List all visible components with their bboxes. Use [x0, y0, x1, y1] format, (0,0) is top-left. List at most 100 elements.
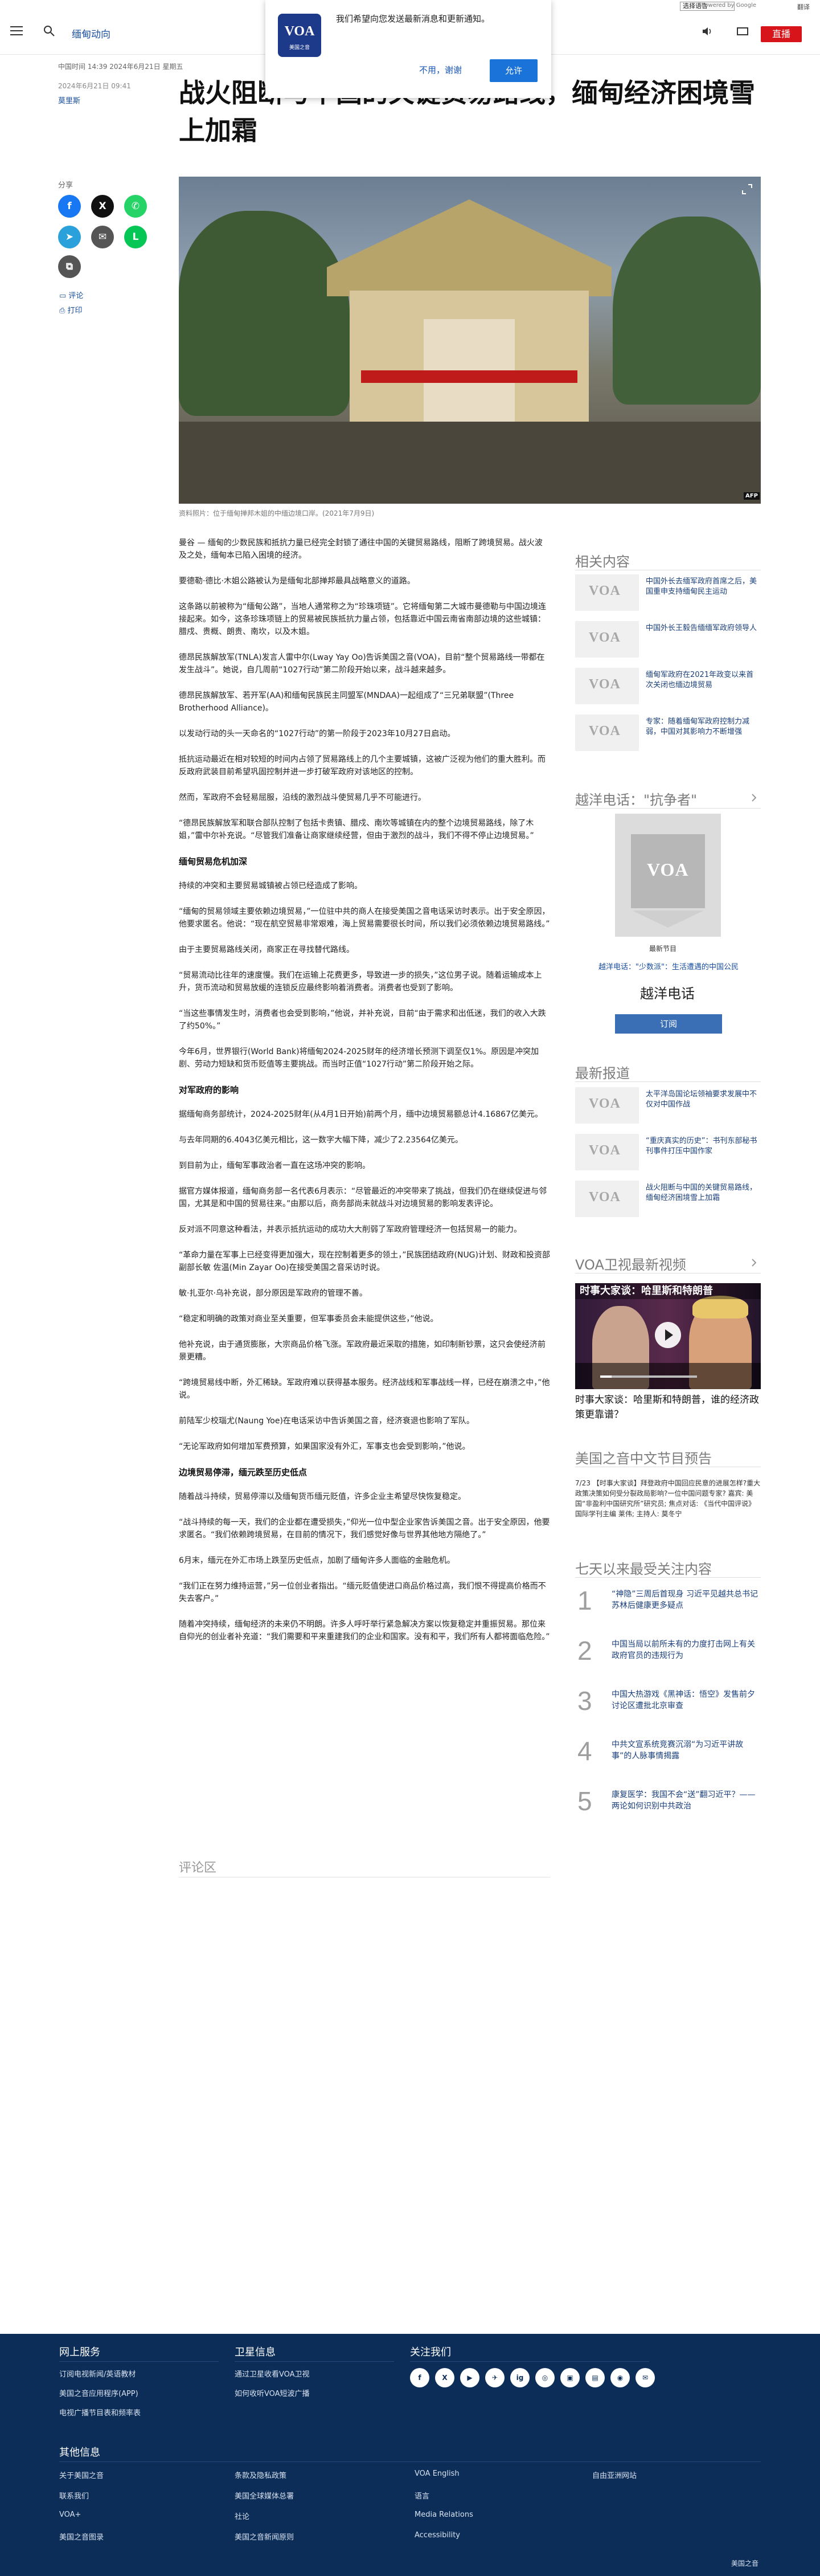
expand-icon[interactable] [741, 183, 753, 195]
popular-item[interactable]: 康复医学：我国不会“送”翻习近平？——两论如何识别中共政治 [612, 1789, 760, 1812]
footer-link[interactable]: 关于美国之音 [59, 2469, 104, 2480]
body-paragraph: 6月末，缅元在外汇市场上跌至历史低点，加剧了缅甸许多人面临的金融危机。 [179, 1556, 455, 1565]
video-progress-bar[interactable] [600, 1375, 697, 1378]
podcast-heading[interactable]: 越洋电话："抗争者" [575, 789, 697, 809]
translate-label[interactable]: 翻译 [797, 2, 810, 11]
popular-item[interactable]: “神隐”三周后首现身 习近平见越共总书记苏林后健康更多疑点 [612, 1589, 760, 1611]
video-player[interactable]: 时事大家谈：哈里斯和特朗普 [575, 1283, 761, 1389]
facebook-icon[interactable]: f [410, 2368, 429, 2387]
body-paragraph: 抵抗运动最近在相对较短的时间内占领了贸易路线上的几个主要城镇，这被广泛视为他们的… [179, 755, 546, 777]
section-heading: 对军政府的影响 [179, 1085, 239, 1095]
podcast-cover[interactable]: VOA [615, 814, 721, 937]
footer-online-heading: 网上服务 [59, 2346, 100, 2358]
latest-episode-link[interactable]: 越洋电话："少数派"：生活遭遇的中国公民 [593, 961, 744, 971]
app-icon[interactable]: ▤ [585, 2368, 605, 2387]
youtube-icon[interactable]: ▶ [460, 2368, 479, 2387]
latest-thumb[interactable]: VOA [575, 1087, 639, 1124]
footer-link[interactable]: 如何收听VOA短波广播 [235, 2387, 310, 2398]
line-share-icon[interactable]: L [124, 226, 147, 248]
footer-link[interactable]: 通过卫星收看VOA卫视 [235, 2368, 310, 2379]
soundcloud-icon[interactable]: ◉ [610, 2368, 630, 2387]
body-paragraph: 以发动行动的头一天命名的“1027行动”的第一阶段于2023年10月27日启动。 [179, 729, 456, 738]
footer-link[interactable]: Media Relations [415, 2510, 473, 2519]
allow-button[interactable]: 允许 [490, 59, 538, 82]
preview-text[interactable]: 7/23 【时事大家谈】拜登政府中国回应民意的进展怎样?重大政策决策如何受分裂政… [575, 1478, 761, 1519]
video-caption[interactable]: 时事大家谈：哈里斯和特朗普，谁的经济政策更靠谱？ [575, 1393, 761, 1422]
related-thumb[interactable]: VOA [575, 668, 639, 704]
divider [59, 2361, 219, 2362]
latest-thumb[interactable]: VOA [575, 1181, 639, 1217]
footer-link[interactable]: 美国之音图录 [59, 2531, 104, 2542]
publish-date: 2024年6月21日 09:41 [58, 82, 131, 90]
body-paragraph: “无论军政府如何增加军费预算，如果国家没有外汇，军事支也会受到影响，”他说。 [179, 1442, 470, 1451]
related-item[interactable]: 中国外长王毅告缅缅军政府领导人 [646, 623, 760, 634]
footer-other-heading: 其他信息 [59, 2447, 100, 2459]
rank-number: 2 [577, 1636, 592, 1665]
footer-link[interactable]: VOA+ [59, 2510, 81, 2519]
play-icon[interactable] [655, 1322, 681, 1348]
menu-icon[interactable] [10, 26, 23, 36]
popular-item[interactable]: 中国大热游戏《黑神话：悟空》发售前夕讨论区遭批北京审查 [612, 1689, 760, 1712]
live-button[interactable]: 直播 [761, 26, 802, 42]
footer-link[interactable]: 美国之音应用程序(APP) [59, 2387, 138, 2398]
latest-item[interactable]: 太平洋岛国论坛领袖要求发展中不仅对中国作战 [646, 1089, 760, 1110]
footer-link[interactable]: 自由亚洲网站 [592, 2469, 637, 2480]
related-item[interactable]: 中国外长去缅军政府首席之后，美国重申支持缅甸民主运动 [646, 577, 760, 597]
telegram-share-icon[interactable]: ➤ [58, 226, 81, 248]
latest-item[interactable]: “重庆真实的历史”：书刊东部秘书刊事件打压中国作家 [646, 1136, 760, 1157]
body-paragraph: 德昂民族解放军(TNLA)发言人雷中尔(Lway Yay Oo)告诉美国之音(V… [179, 653, 545, 675]
footer-link[interactable]: VOA English [415, 2469, 460, 2478]
footer-link[interactable]: 联系我们 [59, 2490, 89, 2501]
x-icon[interactable]: X [435, 2368, 454, 2387]
body-paragraph: “战斗持续的每一天，我们的企业都在遭受损失，”仰光一位中型企业家告诉美国之音。出… [179, 1518, 550, 1540]
related-thumb[interactable]: VOA [575, 715, 639, 751]
related-thumb[interactable]: VOA [575, 621, 639, 658]
subscribe-button[interactable]: 订阅 [615, 1014, 722, 1034]
chevron-right-icon [752, 794, 757, 802]
instagram-icon[interactable]: ig [510, 2368, 530, 2387]
speaker-icon[interactable] [702, 26, 713, 36]
popular-heading: 七天以来最受关注内容 [575, 1561, 712, 1577]
tv-icon[interactable] [737, 26, 748, 36]
related-thumb[interactable]: VOA [575, 574, 639, 611]
section-link[interactable]: 缅甸动向 [72, 26, 110, 40]
body-paragraph: 他补充说，由于通货膨胀，大宗商品价格飞涨。军政府最近采取的措施，如印制新钞票，这… [179, 1340, 546, 1362]
rss-icon[interactable]: ▣ [560, 2368, 580, 2387]
body-paragraph: “贸易流动比往年的速度慢。我们在运输上花费更多，导致进一步的损失，”这位男子说。… [179, 971, 542, 993]
footer-link[interactable]: 社论 [235, 2510, 249, 2521]
podcast-icon[interactable]: ◎ [535, 2368, 555, 2387]
photo-agency-badge: AFP [744, 492, 760, 500]
footer-link[interactable]: 美国之音新闻原则 [235, 2531, 294, 2542]
notification-message: 我们希望向您发送最新消息和更新通知。 [336, 14, 490, 24]
email-icon[interactable]: ✉ [636, 2368, 655, 2387]
latest-thumb[interactable]: VOA [575, 1134, 639, 1170]
search-icon[interactable] [43, 25, 55, 36]
divider [575, 1577, 761, 1578]
footer-link[interactable]: 订阅电视新闻/英语教材 [59, 2368, 136, 2379]
whatsapp-share-icon[interactable]: ✆ [124, 195, 147, 218]
author-link[interactable]: 莫里斯 [58, 95, 80, 105]
related-item[interactable]: 专家：随着缅甸军政府控制力减弱，中国对其影响力不断增强 [646, 717, 760, 737]
footer-link[interactable]: 电视广播节目表和频率表 [59, 2407, 141, 2418]
video-heading[interactable]: VOA卫视最新视频 [575, 1254, 686, 1273]
email-share-icon[interactable]: ✉ [91, 226, 114, 248]
body-paragraph: 前陆军少校瑙尤(Naung Yoe)在电话采访中告诉美国之音，经济衰退也影响了军… [179, 1416, 474, 1426]
body-paragraph: 随着战斗持续，贸易停滞以及缅甸货币缅元贬值，许多企业主希望尽快恢复稳定。 [179, 1492, 466, 1501]
latest-item[interactable]: 战火阻断与中国的关键贸易路线，缅甸经济困境雪上加霜 [646, 1183, 760, 1203]
popular-item[interactable]: 中共文宣系统竞赛沉溺“为习近平讲故事”的人脉事情揭露 [612, 1739, 760, 1762]
x-share-icon[interactable]: X [91, 195, 114, 218]
print-link[interactable]: ⎙ 打印 [59, 304, 83, 315]
facebook-share-icon[interactable]: f [58, 195, 81, 218]
telegram-icon[interactable]: ✈ [485, 2368, 505, 2387]
popular-item[interactable]: 中国当局以前所未有的力度打击网上有关政府官员的违规行为 [612, 1639, 760, 1661]
footer-link[interactable]: Accessibility [415, 2531, 460, 2540]
footer-link[interactable]: 语言 [415, 2490, 429, 2501]
body-paragraph: “跨境贸易线中断，外汇稀缺。军政府难以获得基本服务。经济战线和军事战线一样，已经… [179, 1378, 550, 1400]
decline-button[interactable]: 不用，谢谢 [419, 64, 462, 76]
latest-heading: 最新报道 [575, 1065, 630, 1081]
footer-link[interactable]: 美国全球媒体总署 [235, 2490, 294, 2501]
comment-link[interactable]: ▭ 评论 [59, 289, 83, 300]
related-item[interactable]: 缅甸军政府在2021年政变以来首次关闭也缅边境贸易 [646, 670, 760, 691]
copy-link-icon[interactable]: ⧉ [58, 255, 81, 278]
footer-link[interactable]: 条款及隐私政策 [235, 2469, 286, 2480]
